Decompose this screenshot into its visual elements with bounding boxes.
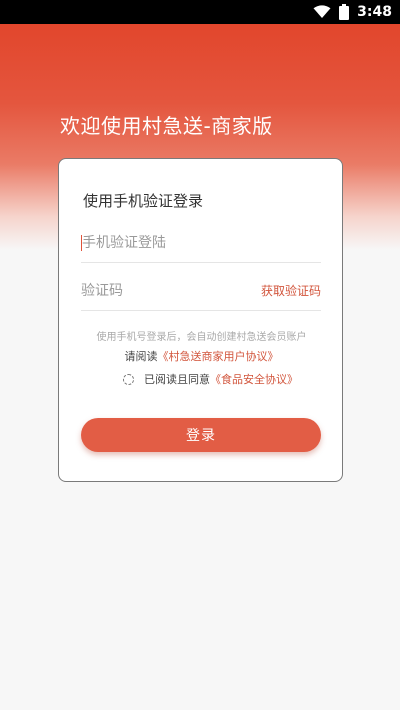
agree-checkbox[interactable] bbox=[123, 373, 134, 385]
page-title: 欢迎使用村急送-商家版 bbox=[60, 114, 273, 138]
agree-prefix: 已阅读且同意 bbox=[144, 373, 210, 386]
login-card-title: 使用手机验证登录 bbox=[83, 192, 204, 210]
auto-register-hint: 使用手机号登录后，会自动创建村急送会员账户 bbox=[96, 332, 307, 343]
food-safety-agree-row: 已阅读且同意 《食品安全协议》 bbox=[123, 371, 298, 387]
user-agreement-line: 请阅读《村急送商家用户协议》 bbox=[59, 348, 344, 364]
read-prefix: 请阅读 bbox=[124, 350, 158, 363]
phone-field bbox=[81, 223, 321, 263]
user-agreement-link[interactable]: 《村急送商家用户协议》 bbox=[158, 350, 279, 363]
login-screen: 3:48 欢迎使用村急送-商家版 使用手机验证登录 获取验证码 使用手机号登录后… bbox=[0, 0, 400, 710]
login-button[interactable]: 登录 bbox=[81, 418, 321, 452]
wifi-icon bbox=[313, 5, 331, 19]
login-card: 使用手机验证登录 获取验证码 使用手机号登录后，会自动创建村急送会员账户 请阅读… bbox=[58, 158, 343, 482]
status-time: 3:48 bbox=[357, 4, 392, 20]
get-code-button[interactable]: 获取验证码 bbox=[261, 282, 321, 299]
food-safety-agreement-link[interactable]: 《食品安全协议》 bbox=[210, 371, 298, 387]
code-field: 获取验证码 bbox=[81, 271, 321, 311]
status-bar: 3:48 bbox=[0, 0, 400, 24]
phone-input[interactable] bbox=[82, 227, 321, 258]
verification-code-input[interactable] bbox=[81, 275, 261, 306]
battery-icon bbox=[339, 4, 350, 20]
